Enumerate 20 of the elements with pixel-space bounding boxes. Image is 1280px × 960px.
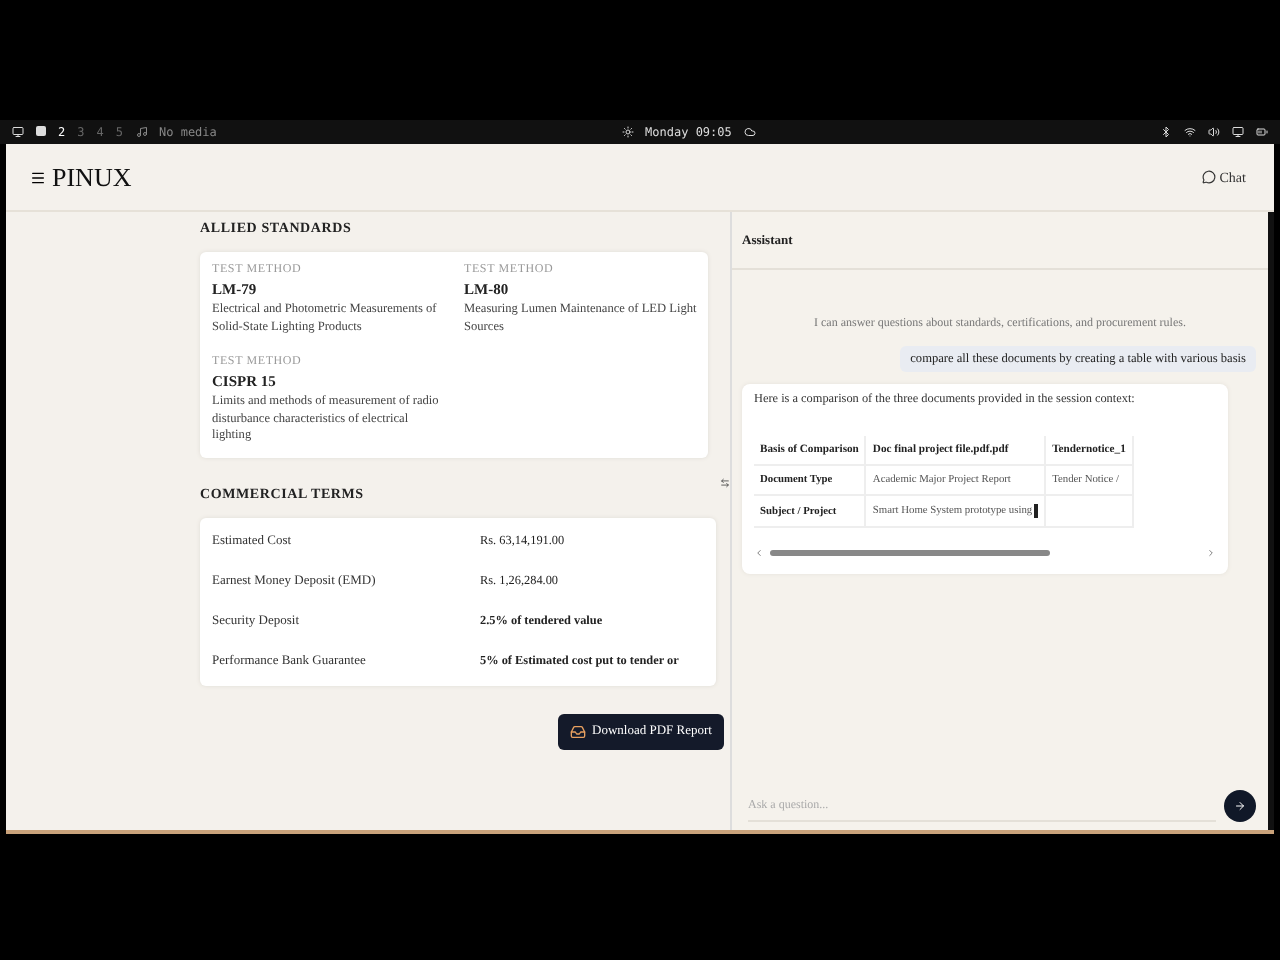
send-button[interactable]: [1224, 790, 1256, 822]
monitor-icon[interactable]: [1232, 126, 1245, 138]
music-icon: [135, 126, 147, 138]
arrow-right-icon: [1234, 800, 1246, 812]
battery-icon[interactable]: [1256, 126, 1269, 138]
resize-handle-icon[interactable]: [720, 478, 730, 488]
scrollbar-thumb[interactable]: [770, 550, 1050, 556]
bluetooth-icon[interactable]: [1160, 126, 1173, 138]
scroll-right-icon[interactable]: [1206, 548, 1216, 558]
window-icon[interactable]: [12, 126, 24, 138]
inbox-tray-icon: [570, 723, 587, 739]
chat-bubble-icon: [1201, 170, 1216, 184]
logo: PINUX: [52, 161, 132, 193]
sun-icon[interactable]: [621, 126, 634, 138]
volume-icon[interactable]: [1208, 126, 1221, 138]
square-icon: [36, 125, 46, 139]
scroll-left-icon[interactable]: [754, 548, 764, 558]
wifi-icon[interactable]: [1184, 126, 1197, 138]
cloud-icon: [743, 126, 756, 138]
menu-icon[interactable]: [30, 169, 46, 185]
